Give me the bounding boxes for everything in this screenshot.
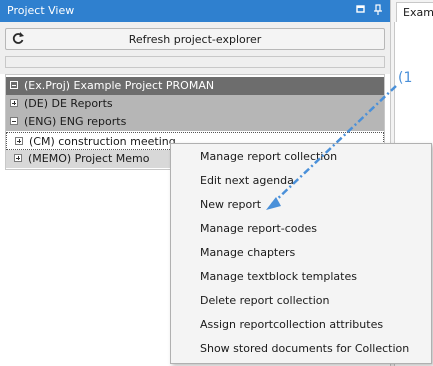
expander-collapse-icon[interactable] [10,117,18,125]
tree-group-de[interactable]: (DE) DE Reports [6,95,384,113]
tree-project-label: (Ex.Proj) Example Project PROMAN [24,79,215,92]
panel-separator [5,56,385,68]
tree-item-label: (MEMO) Project Memo [28,152,150,165]
menu-item-new-report[interactable]: New report [171,193,431,217]
menu-item-delete-report-collection[interactable]: Delete report collection [171,289,431,313]
tree-project-row[interactable]: (Ex.Proj) Example Project PROMAN [6,77,384,95]
restore-icon[interactable] [356,4,366,16]
tree-item-label: (CM) construction meeting [29,135,176,148]
tab-example[interactable]: Exampl [396,2,433,22]
menu-item-manage-chapters[interactable]: Manage chapters [171,241,431,265]
refresh-explorer-button[interactable]: Refresh project-explorer [5,28,385,50]
menu-item-manage-textblock-templates[interactable]: Manage textblock templates [171,265,431,289]
menu-item-manage-report-codes[interactable]: Manage report-codes [171,217,431,241]
menu-item-edit-next-agenda[interactable]: Edit next agenda [171,169,431,193]
menu-item-assign-attributes[interactable]: Assign reportcollection attributes [171,313,431,337]
context-menu: Manage report collection Edit next agend… [170,143,432,364]
menu-item-show-stored-documents[interactable]: Show stored documents for Collection [171,337,431,361]
expander-expand-icon[interactable] [15,137,23,145]
tree-group-label: (DE) DE Reports [24,97,113,110]
pin-icon[interactable] [373,4,383,16]
panel-title: Project View [7,4,75,17]
menu-item-manage-report-collection[interactable]: Manage report collection [171,145,431,169]
expander-expand-icon[interactable] [10,99,18,107]
annotation-label: (1 [398,70,413,86]
project-view-titlebar: Project View [0,0,390,22]
refresh-button-label: Refresh project-explorer [128,33,262,46]
tree-group-eng[interactable]: (ENG) ENG reports [6,113,384,131]
expander-collapse-icon[interactable] [10,81,18,89]
expander-expand-icon[interactable] [14,154,22,162]
tree-group-label: (ENG) ENG reports [24,115,127,128]
